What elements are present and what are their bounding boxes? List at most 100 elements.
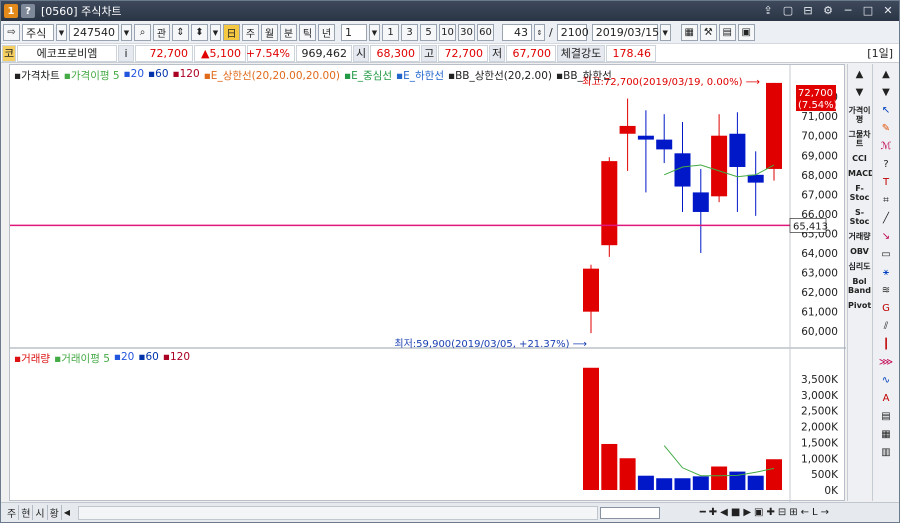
candle-icon[interactable]: ┃: [877, 338, 895, 352]
expand-icon[interactable]: ⊞: [789, 507, 797, 518]
channel-icon[interactable]: ⫽: [877, 320, 895, 334]
tools-icon[interactable]: ⚒: [699, 24, 717, 41]
interval-60-button[interactable]: 60: [477, 24, 494, 41]
zoom-slider[interactable]: [599, 506, 660, 519]
total-input[interactable]: 2100: [556, 24, 589, 41]
updown-icon[interactable]: ⬍: [191, 24, 208, 41]
gwan-button[interactable]: 관: [153, 24, 170, 41]
bucket-icon[interactable]: ⌗: [877, 194, 895, 208]
price-legend-item[interactable]: ▪가격차트: [14, 68, 60, 83]
interval-30-button[interactable]: 30: [458, 24, 475, 41]
price-legend-item[interactable]: ▪20: [124, 68, 144, 83]
price-legend-item[interactable]: ▪60: [148, 68, 168, 83]
trend-line-icon[interactable]: ↘: [877, 230, 895, 244]
strip-down-icon[interactable]: ▼: [851, 86, 869, 100]
indicator-Bol Band[interactable]: Bol Band: [848, 277, 871, 295]
interval-1-button[interactable]: 1: [382, 24, 399, 41]
strip-up-icon[interactable]: ▲: [877, 68, 895, 82]
close-button[interactable]: ✕: [881, 3, 895, 18]
price-legend-item[interactable]: ▪BB_하한선: [556, 68, 612, 83]
indicator-OBV[interactable]: OBV: [848, 247, 871, 256]
interval-10-button[interactable]: 10: [439, 24, 456, 41]
cursor-icon[interactable]: ↖: [877, 104, 895, 118]
left-icon[interactable]: ←: [801, 507, 809, 518]
updown-dropdown-icon[interactable]: ▼: [210, 24, 221, 41]
interval-dropdown-icon[interactable]: ▼: [369, 24, 380, 41]
app-menu-icon[interactable]: 1: [4, 4, 18, 18]
period-tick[interactable]: 틱: [299, 24, 316, 41]
price-legend-item[interactable]: ▪E_하한선: [396, 68, 444, 83]
link-arrow-icon[interactable]: ⇨: [3, 24, 20, 41]
price-legend-item[interactable]: ▪가격이평 5: [64, 68, 120, 83]
count-stepper[interactable]: ⇕: [534, 24, 545, 41]
settings-icon[interactable]: ⚙: [821, 3, 835, 18]
next-icon[interactable]: ▶: [743, 507, 751, 518]
price-legend-item[interactable]: ▪E_상한선(20,20.00,20.00): [204, 68, 340, 83]
fibo-icon[interactable]: ⚹: [877, 266, 895, 280]
volume-legend-item[interactable]: ▪20: [114, 351, 134, 366]
question-icon[interactable]: ?: [877, 158, 895, 172]
eraser-icon[interactable]: ✎: [877, 122, 895, 136]
zoom-out-icon[interactable]: ━: [700, 507, 706, 518]
link-icon[interactable]: ▢: [781, 3, 795, 18]
bottom-tab[interactable]: 현: [19, 505, 34, 520]
chart-svg[interactable]: 72,00071,00070,00069,00068,00067,00066,0…: [10, 65, 846, 502]
strip-down-icon[interactable]: ▼: [877, 86, 895, 100]
period-month[interactable]: 월: [261, 24, 278, 41]
indicator-CCI[interactable]: CCI: [848, 154, 871, 163]
volume-legend-item[interactable]: ▪120: [163, 351, 190, 366]
code-dropdown-icon[interactable]: ▼: [121, 24, 132, 41]
auto-icon[interactable]: A: [877, 392, 895, 406]
wave-icon[interactable]: ∿: [877, 374, 895, 388]
bottom-tab[interactable]: 황: [48, 505, 62, 520]
day-period-button[interactable]: 日: [223, 24, 240, 41]
price-legend-item[interactable]: ▪120: [173, 68, 200, 83]
market-dropdown-icon[interactable]: ▼: [56, 24, 67, 41]
bottom-tab[interactable]: 주: [5, 505, 20, 520]
sort-icon[interactable]: ⇕: [172, 24, 189, 41]
zoom-in-icon[interactable]: ✚: [709, 507, 717, 518]
indicator-심리도[interactable]: 심리도: [848, 262, 871, 271]
date-input[interactable]: 2019/03/15: [591, 24, 659, 41]
indicator-그물차트[interactable]: 그물차트: [848, 130, 871, 148]
export-icon[interactable]: ▣: [737, 24, 755, 41]
line-icon[interactable]: L: [812, 507, 818, 518]
price-legend-item[interactable]: ▪BB_상한선(20,2.00): [448, 68, 552, 83]
indicator-F-Stoc[interactable]: F-Stoc: [848, 184, 871, 202]
pin-icon[interactable]: ⇪: [761, 3, 775, 18]
volume-legend-item[interactable]: ▪60: [138, 351, 158, 366]
bottom-tab[interactable]: 시: [33, 505, 48, 520]
period-week[interactable]: 주: [242, 24, 259, 41]
pattern-icon[interactable]: ⋙: [877, 356, 895, 370]
horizontal-scrollbar[interactable]: [77, 505, 598, 520]
help-icon[interactable]: ?: [21, 4, 35, 18]
date-dropdown-icon[interactable]: ▼: [659, 24, 671, 41]
code-input[interactable]: 247540: [69, 24, 119, 41]
bar-chart-icon[interactable]: ▥: [877, 446, 895, 460]
fan-icon[interactable]: ≋: [877, 284, 895, 298]
prev-icon[interactable]: ◀: [720, 507, 728, 518]
minimize-button[interactable]: ─: [841, 3, 855, 18]
line-tool-icon[interactable]: ╱: [877, 212, 895, 226]
indicator-Pivot[interactable]: Pivot: [848, 301, 871, 310]
volume-legend-item[interactable]: ▪거래량: [14, 351, 50, 366]
indicator-가격이평[interactable]: 가격이평: [848, 106, 871, 124]
indicator-MACD[interactable]: MACD: [848, 169, 875, 178]
search-icon[interactable]: ⌕: [134, 24, 151, 41]
period-year[interactable]: 년: [318, 24, 335, 41]
crosshair-icon[interactable]: ✚: [766, 507, 774, 518]
indicator-S-Stoc[interactable]: S-Stoc: [848, 208, 871, 226]
price-legend-item[interactable]: ▪E_중심선: [344, 68, 392, 83]
print-icon[interactable]: ⊟: [801, 3, 815, 18]
count-input[interactable]: 43: [502, 24, 532, 41]
chart-panel[interactable]: 72,00071,00070,00069,00068,00067,00066,0…: [9, 64, 846, 502]
interval-input[interactable]: 1: [341, 24, 367, 41]
save-icon[interactable]: ▤: [718, 24, 736, 41]
shrink-icon[interactable]: ⊟: [778, 507, 786, 518]
clipboard-icon[interactable]: ▦: [877, 428, 895, 442]
text-tool-icon[interactable]: T: [877, 176, 895, 190]
interval-5-button[interactable]: 5: [420, 24, 437, 41]
scroll-left-icon[interactable]: ◀: [64, 508, 70, 517]
page-icon[interactable]: ▤: [877, 410, 895, 424]
pause-icon[interactable]: ■: [731, 507, 740, 518]
